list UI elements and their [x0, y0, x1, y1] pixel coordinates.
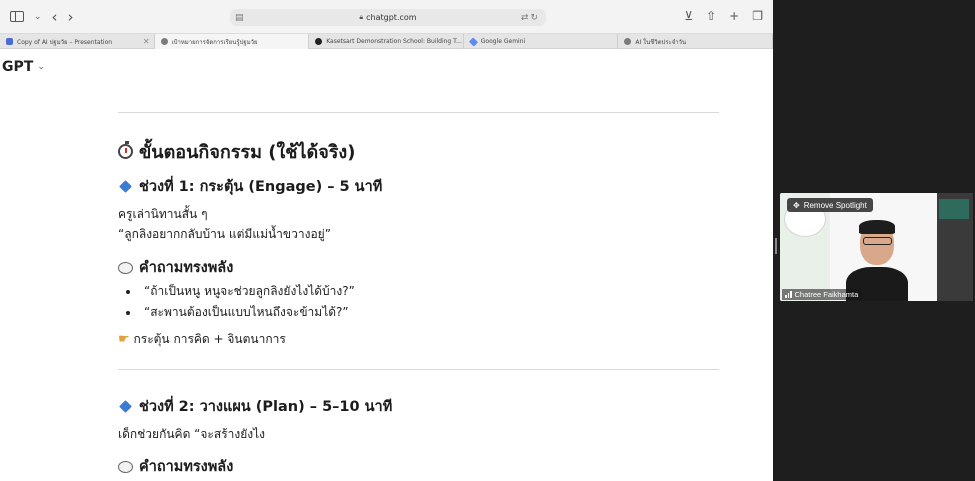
tab-label: Kasetsart Demonstration School: Building…	[326, 38, 462, 45]
summary-text: กระตุ้น การคิด + จินตนาการ	[133, 332, 286, 346]
questions-title: คำถามทรงพลัง	[139, 260, 234, 276]
question-text: “สะพานต้องเป็นแบบไหนถึงจะข้ามได้?”	[144, 305, 349, 319]
tab-3[interactable]: Google Gemini	[464, 34, 619, 49]
section-heading: ขั้นตอนกิจกรรม (ใช้ได้จริง)	[118, 137, 355, 166]
glasses	[863, 237, 892, 245]
chatgpt-icon	[160, 38, 168, 45]
download-icon[interactable]: ⊻	[684, 9, 693, 23]
chatgpt-icon	[624, 38, 632, 45]
tab-bar: Copy of AI ปฐมวัย – Presentation ✕ เป้าห…	[0, 34, 773, 49]
tab-label: Google Gemini	[480, 38, 526, 45]
step2-heading: ช่วงที่ 2: วางแผน (Plan) – 5–10 นาที	[118, 395, 392, 418]
browser-toolbar: ⌄ ‹ › ▤ 🔒︎ chatgpt.com ⇄↻ ⊻ ⇧ + ❐	[0, 0, 773, 34]
divider	[118, 369, 719, 370]
section-title: ขั้นตอนกิจกรรม (ใช้ได้จริง)	[139, 142, 356, 163]
step1-summary: ☛ กระตุ้น การคิด + จินตนาการ	[118, 330, 286, 349]
tab-label: AI ในชีวิตประจำวัน	[635, 38, 687, 46]
speech-bubble-icon	[118, 460, 133, 473]
screen: ⌄ ‹ › ▤ 🔒︎ chatgpt.com ⇄↻ ⊻ ⇧ + ❐ Copy o…	[0, 0, 975, 481]
list-item: “สะพานต้องเป็นแบบไหนถึงจะข้ามได้?”	[126, 303, 349, 322]
chevron-down-icon[interactable]: ⌄	[34, 12, 42, 22]
tab-4[interactable]: AI ในชีวิตประจำวัน	[618, 34, 773, 49]
spotlight-icon: ✥	[793, 200, 800, 210]
step2-title: ช่วงที่ 2: วางแผน (Plan) – 5–10 นาที	[139, 399, 393, 415]
participant-hair	[859, 220, 895, 234]
spotlight-label: Remove Spotlight	[803, 200, 867, 210]
remove-spotlight-button[interactable]: ✥ Remove Spotlight	[787, 198, 873, 212]
resize-handle[interactable]	[775, 238, 777, 254]
tab-0[interactable]: Copy of AI ปฐมวัย – Presentation ✕	[0, 34, 155, 49]
model-label: GPT	[2, 59, 34, 75]
lock-icon: 🔒︎	[359, 13, 364, 21]
share-icon[interactable]: ⇧	[706, 9, 716, 23]
step1-questions-heading: คำถามทรงพลัง	[118, 256, 233, 279]
chatgpt-icon	[315, 38, 323, 45]
step1-line1: ครูเล่านิทานสั้น ๆ	[118, 207, 208, 221]
tab-2[interactable]: Kasetsart Demonstration School: Building…	[309, 34, 464, 49]
chat-page: GPT ⌄ ขั้นตอนกิจกรรม (ใช้ได้จริง) ช่วงที…	[0, 49, 773, 481]
page-icon: ▤	[235, 12, 244, 23]
tab-1[interactable]: เป้าหมายการจัดการเรียนรู้ปฐมวัย	[154, 34, 310, 49]
address-text: chatgpt.com	[366, 13, 417, 22]
step1-line2: “ลูกลิงอยากกลับบ้าน แต่มีแม่น้ำขวางอยู่”	[118, 227, 331, 241]
close-icon[interactable]: ✕	[143, 37, 150, 46]
participant-name: Chatree Faikhamta	[794, 290, 859, 299]
step2-line1: เด็กช่วยกันคิด “จะสร้างยังไง	[118, 427, 266, 441]
sidebar-toggle-icon[interactable]	[10, 11, 24, 22]
blue-diamond-icon	[119, 180, 132, 193]
tab-label: เป้าหมายการจัดการเรียนรู้ปฐมวัย	[171, 38, 258, 46]
question-text: “ถ้าเป็นหนู หนูจะช่วยลูกลิงยังไงได้บ้าง?…	[144, 284, 355, 298]
gemini-icon	[468, 36, 478, 47]
speech-bubble-icon	[118, 261, 133, 274]
new-tab-icon[interactable]: +	[729, 9, 739, 23]
chevron-down-icon: ⌄	[37, 62, 45, 72]
blue-diamond-icon	[119, 400, 132, 413]
model-selector[interactable]: GPT ⌄	[2, 59, 45, 75]
list-item: “ถ้าเป็นหนู หนูจะช่วยลูกลิงยังไงได้บ้าง?…	[126, 282, 355, 301]
forward-icon[interactable]: ›	[68, 8, 74, 26]
stopwatch-icon	[118, 141, 133, 159]
pointing-hand-icon: ☛	[118, 332, 130, 347]
questions-title: คำถามทรงพลัง	[139, 459, 234, 475]
signal-bars-icon	[785, 291, 792, 298]
step2-questions-heading: คำถามทรงพลัง	[118, 455, 233, 478]
address-bar[interactable]: ▤ 🔒︎ chatgpt.com ⇄↻	[230, 9, 546, 26]
browser-window: ⌄ ‹ › ▤ 🔒︎ chatgpt.com ⇄↻ ⊻ ⇧ + ❐ Copy o…	[0, 0, 773, 481]
tab-label: Copy of AI ปฐมวัย – Presentation	[17, 38, 113, 46]
back-icon[interactable]: ‹	[52, 8, 58, 26]
slides-icon	[6, 38, 13, 45]
video-tile[interactable]: ✥ Remove Spotlight Chatree Faikhamta	[780, 193, 973, 301]
translate-reload-icons[interactable]: ⇄↻	[521, 13, 540, 23]
tab-overview-icon[interactable]: ❐	[752, 9, 763, 23]
step1-title: ช่วงที่ 1: กระตุ้น (Engage) – 5 นาที	[139, 179, 383, 195]
participant-name-label: Chatree Faikhamta	[782, 289, 862, 300]
divider	[118, 112, 719, 113]
step1-heading: ช่วงที่ 1: กระตุ้น (Engage) – 5 นาที	[118, 175, 382, 198]
background-shelf	[937, 193, 973, 301]
